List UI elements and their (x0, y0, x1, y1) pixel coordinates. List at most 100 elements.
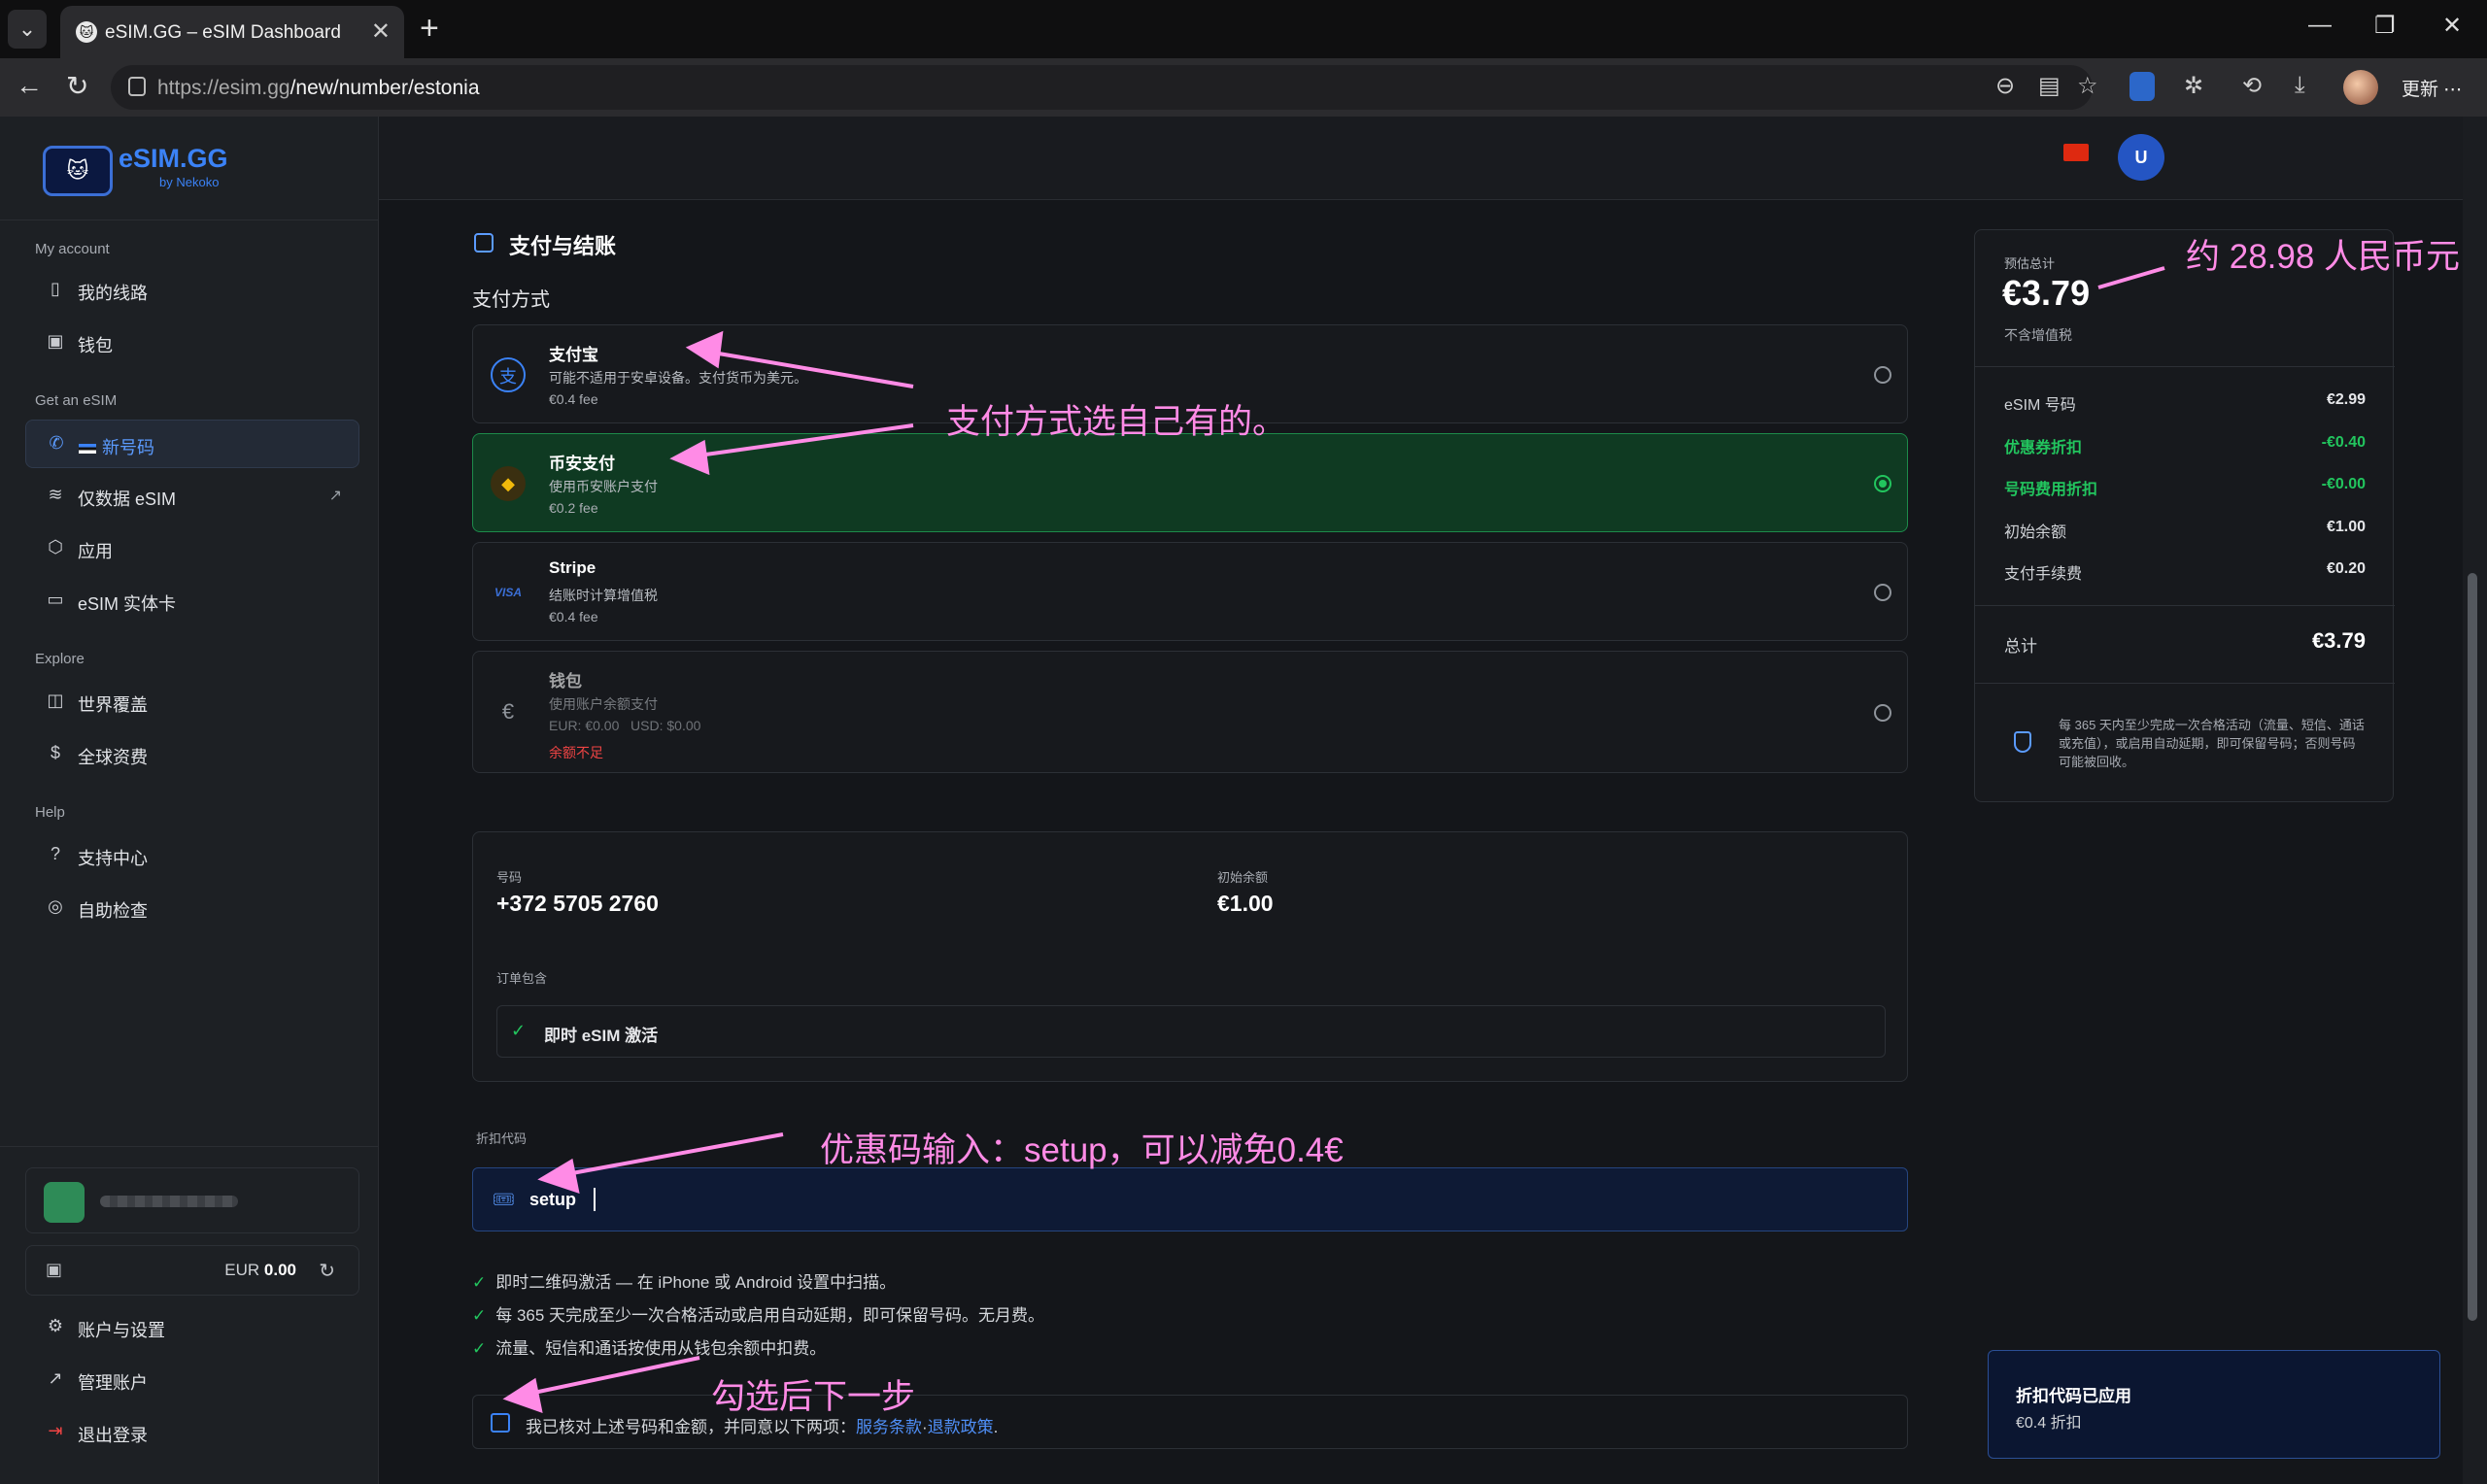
new-number-label: 新号码 (102, 438, 154, 457)
avatar (44, 1182, 85, 1223)
payment-fee: €0.2 fee (549, 500, 598, 516)
history-icon[interactable]: ⟲ (2242, 72, 2262, 100)
price-row: 初始余额 €1.00 (2004, 519, 2366, 542)
gear-icon: ⚙ (47, 1316, 64, 1335)
wifi-icon: ≋ (48, 485, 63, 504)
toast-title: 折扣代码已应用 (2016, 1387, 2131, 1405)
back-icon[interactable]: ← (16, 70, 43, 101)
initial-balance-label: 初始余额 (1217, 870, 1269, 885)
sidebar-item-settings[interactable]: ⚙ 账户与设置 (25, 1303, 359, 1352)
discount-code-label: 折扣代码 (476, 1131, 528, 1146)
payment-desc: 可能不适用于安卓设备。支付货币为美元。 (549, 370, 807, 386)
browser-profile-avatar[interactable] (2343, 70, 2378, 105)
reload-icon[interactable]: ↻ (66, 70, 88, 102)
tab-close-icon[interactable]: ✕ (371, 17, 391, 46)
tab-list-button[interactable]: ⌄ (8, 10, 47, 49)
price-row-value: -€0.40 (2321, 434, 2366, 451)
payment-radio[interactable] (1874, 366, 1891, 384)
sidebar-item-coverage[interactable]: ◫ 世界覆盖 (25, 678, 359, 726)
price-summary-panel: 预估总计 €3.79 不含增值税 eSIM 号码 €2.99 优惠券折扣 -€0.4… (1974, 229, 2395, 802)
extension-icon[interactable] (2129, 72, 2155, 101)
window-close-icon[interactable]: ✕ (2442, 12, 2462, 40)
sidebar-item-pricing[interactable]: $ 全球资费 (25, 730, 359, 779)
panel-divider (1975, 683, 2395, 684)
sidebar-item-label: 账户与设置 (78, 1321, 165, 1340)
dollar-icon: $ (50, 743, 60, 762)
sidebar-divider (0, 219, 379, 220)
sentence-period: . (993, 1418, 999, 1436)
sidebar-item-apps[interactable]: ⬡ 应用 (25, 524, 359, 573)
extensions-puzzle-icon[interactable]: ✲ (2184, 72, 2203, 100)
minimize-icon[interactable]: — (2308, 12, 2332, 39)
new-tab-button[interactable]: + (420, 12, 439, 45)
balance-value: 0.00 (263, 1261, 296, 1279)
reader-mode-icon[interactable]: ▤ (2038, 72, 2061, 100)
sidebar-item-new-number[interactable]: ✆ 新号码 (25, 420, 359, 468)
alipay-icon: 支 (491, 357, 526, 392)
help-circle-icon: ? (50, 844, 60, 863)
terms-link[interactable]: 服务条款 (856, 1418, 922, 1436)
phone-icon: ▯ (51, 279, 60, 298)
sidebar-item-selfcheck[interactable]: ◎ 自助检查 (25, 884, 359, 932)
visa-icon: VISA (494, 586, 522, 599)
url-path: /new/number/estonia (290, 77, 480, 99)
binance-icon: ◆ (491, 466, 526, 501)
sidebar-item-label: 仅数据 eSIM (78, 489, 177, 509)
sidebar-item-my-numbers[interactable]: ▯ 我的线路 (25, 266, 359, 315)
toast-subtitle: €0.4 折扣 (2016, 1415, 2082, 1432)
panel-divider (1975, 366, 2395, 367)
browser-tab-active[interactable]: 🐱 eSIM.GG – eSIM Dashboard ✕ (60, 6, 404, 58)
info-note: ✓ 即时二维码激活 — 在 iPhone 或 Android 设置中扫描。 (472, 1268, 896, 1293)
sidebar-item-data-esim[interactable]: ≋ 仅数据 eSIM ↗ (25, 472, 359, 521)
group-get-esim: Get an eSIM (35, 392, 118, 409)
payment-option-binance[interactable]: ◆ 币安支付 使用币安账户支付 €0.2 fee (472, 433, 1908, 532)
user-card[interactable] (25, 1167, 359, 1233)
sidebar-item-manage[interactable]: ↗ 管理账户 (25, 1356, 359, 1404)
update-button[interactable]: 更新 ⋯ (2402, 75, 2462, 101)
sidebar-item-physical-card[interactable]: ▭ eSIM 实体卡 (25, 577, 359, 625)
restore-icon[interactable]: ❐ (2374, 12, 2396, 40)
favorite-star-icon[interactable]: ☆ (2077, 72, 2098, 100)
price-row-value: €1.00 (2326, 519, 2366, 535)
language-flag-button[interactable] (2063, 144, 2089, 161)
payment-option-stripe[interactable]: VISA Stripe 结账时计算增值税 €0.4 fee (472, 542, 1908, 641)
panel-divider (1975, 605, 2395, 606)
payment-radio[interactable] (1874, 584, 1891, 601)
sidebar-item-label: 应用 (78, 542, 113, 561)
price-row-label: 初始余额 (2004, 524, 2067, 541)
agreement-checkbox[interactable] (491, 1413, 510, 1433)
tab-title: eSIM.GG – eSIM Dashboard (105, 22, 341, 43)
sidebar-item-support[interactable]: ? 支持中心 (25, 831, 359, 880)
payment-name: 币安支付 (549, 455, 615, 473)
ticket-icon: 🎟 (493, 1190, 515, 1209)
address-bar[interactable]: https://esim.gg/new/number/estonia (111, 65, 2093, 110)
check-icon: ✓ (472, 1306, 487, 1325)
logo-subtitle: by Nekoko (159, 175, 220, 189)
payment-radio[interactable] (1874, 704, 1891, 722)
lock-icon (128, 77, 146, 96)
zoom-out-icon[interactable]: ⊖ (1995, 72, 2015, 100)
check-circle-icon: ◎ (48, 896, 63, 916)
sidebar-item-wallet[interactable]: ▣ 钱包 (25, 319, 359, 367)
box-icon: ⬡ (48, 537, 63, 556)
update-label: 更新 (2402, 80, 2439, 100)
price-row-label: eSIM 号码 (2004, 397, 2076, 414)
info-note-text: 每 365 天完成至少一次合格活动或启用自动延期，即可保留号码。无月费。 (495, 1306, 1045, 1325)
discount-code-value: setup (529, 1190, 577, 1209)
sidebar-item-label: 钱包 (78, 336, 113, 355)
scrollbar-thumb[interactable] (2468, 573, 2477, 1321)
logout-icon: ⇥ (48, 1421, 63, 1440)
annotation-payment: 支付方式选自己有的。 (946, 403, 1287, 441)
logo-icon[interactable]: 🐱 (43, 146, 113, 196)
payment-option-wallet[interactable]: € 钱包 使用账户余额支付 EUR: €0.00 USD: $0.00 余额不足 (472, 651, 1908, 773)
downloads-icon[interactable]: ⤓ (2295, 72, 2305, 99)
refund-policy-link[interactable]: 退款政策 (928, 1418, 994, 1436)
sidebar-item-logout[interactable]: ⇥ 退出登录 (25, 1408, 359, 1457)
user-avatar-button[interactable]: U (2118, 134, 2164, 181)
sidebar-item-label: 全球资费 (78, 748, 148, 767)
payment-desc: 使用币安账户支付 (549, 479, 658, 494)
payment-radio-selected[interactable] (1874, 475, 1891, 492)
refresh-icon[interactable]: ↻ (319, 1259, 335, 1283)
payment-fee: EUR: €0.00 USD: $0.00 (549, 718, 701, 733)
discount-code-input[interactable]: 🎟 setup (472, 1167, 1908, 1231)
